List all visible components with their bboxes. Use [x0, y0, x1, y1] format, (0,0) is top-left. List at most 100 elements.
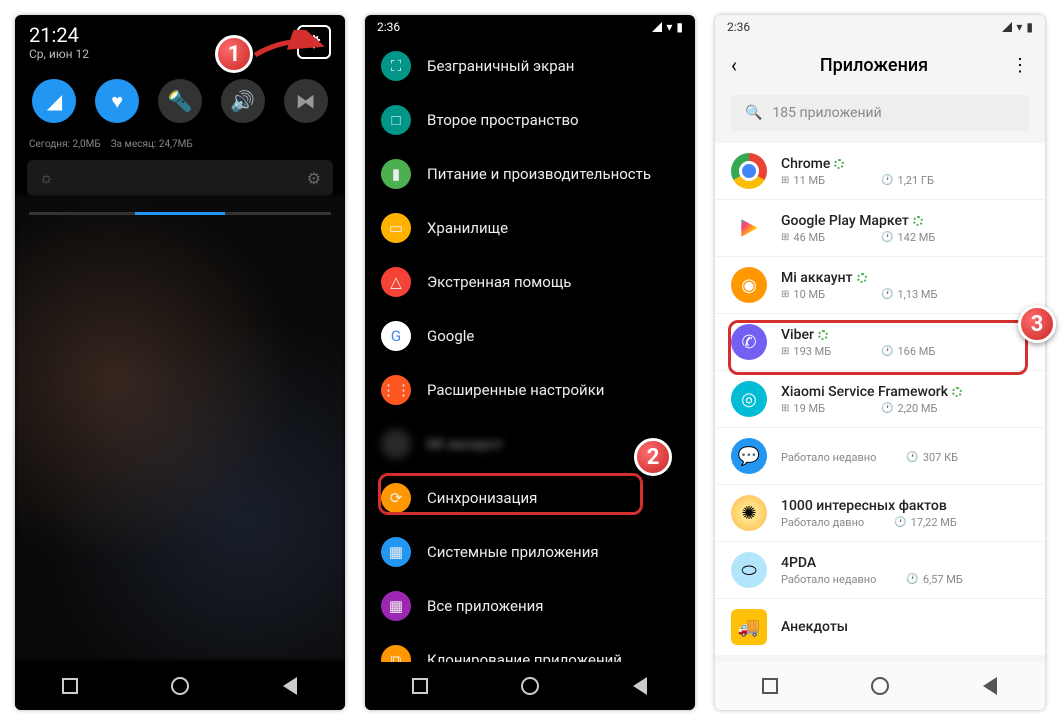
setting-all-apps[interactable]: ▦ Все приложения [365, 579, 695, 633]
data-usage-bar: Сегодня: 2,0МБ За месяц: 24,7МБ [29, 139, 331, 150]
app-storage: Работало недавно [781, 451, 876, 464]
brightness-slider[interactable] [29, 212, 331, 215]
nav-back[interactable] [280, 676, 300, 696]
folder-icon: ▭ [381, 213, 411, 243]
chip-icon: ▦ [381, 591, 411, 621]
search-icon: 🔍 [745, 105, 762, 121]
search-placeholder: 185 приложений [772, 105, 881, 121]
clock-icon: 🕐 [881, 175, 893, 186]
setting-advanced[interactable]: ⋮⋮Расширенные настройки [365, 363, 695, 417]
storage-icon: ⊞ [781, 175, 789, 186]
screen-apps-list: 2:36 ▾ ▮ ‹ Приложения ⋮ 🔍 185 приложений… [715, 15, 1045, 710]
loading-icon [913, 216, 923, 226]
app-item-4pda[interactable]: ⬭ 4PDA Работало недавно🕐6,57 МБ [715, 542, 1045, 599]
brightness-fill [135, 212, 226, 215]
app-name-label: Анекдоты [781, 619, 848, 635]
date-label: Ср, июн 12 [29, 47, 89, 61]
app-item-messages[interactable]: 💬 Работало недавно🕐307 КБ [715, 428, 1045, 485]
media-card[interactable]: ☼ ⚙ [27, 160, 333, 196]
callout-badge-1: 1 [215, 35, 253, 73]
app-item-jokes[interactable]: 🚚 Анекдоты [715, 599, 1045, 655]
app-name-label: Google Play Маркет [781, 213, 909, 229]
setting-label: Синхронизация [427, 489, 537, 507]
messages-icon: 💬 [731, 438, 767, 474]
app-item-chrome[interactable]: Chrome ⊞11 МБ🕐1,21 ГБ [715, 143, 1045, 200]
qs-sound[interactable]: 🔊 [221, 79, 265, 123]
nav-bar [15, 662, 345, 710]
nav-back[interactable] [630, 676, 650, 696]
search-input[interactable]: 🔍 185 приложений [731, 95, 1029, 131]
setting-google[interactable]: GGoogle [365, 309, 695, 363]
play-icon [731, 210, 767, 246]
nav-home[interactable] [520, 676, 540, 696]
status-bar: 2:36 ▾ ▮ [365, 15, 695, 39]
app-item-mi[interactable]: ◉ Mi аккаунт ⊞10 МБ🕐1,13 МБ [715, 257, 1045, 314]
app-info: 1000 интересных фактов Работало давно🕐17… [781, 498, 1029, 529]
app-storage: Работало давно [781, 516, 864, 529]
app-time: 6,57 МБ [923, 573, 963, 586]
app-info: Анекдоты [781, 619, 1029, 635]
app-item-play[interactable]: Google Play Маркет ⊞46 МБ🕐142 МБ [715, 200, 1045, 257]
app-item-viber[interactable]: ✆ Viber ⊞193 МБ🕐166 МБ [715, 314, 1045, 371]
app-name-label: Chrome [781, 156, 830, 172]
sound-icon: 🔊 [230, 89, 255, 113]
qs-mobile-data[interactable]: ◢ [32, 79, 76, 123]
app-storage: 11 МБ [793, 174, 825, 187]
qs-flashlight[interactable]: 🔦 [158, 79, 202, 123]
signal-icon: ◢ [47, 89, 62, 113]
nav-home[interactable] [870, 676, 890, 696]
storage-icon: ⊞ [781, 289, 789, 300]
gear-icon: ⚙ [307, 169, 321, 188]
setting-second-space[interactable]: □ Второе пространство [365, 93, 695, 147]
setting-label: Все приложения [427, 597, 544, 615]
app-item-facts[interactable]: ✺ 1000 интересных фактов Работало давно🕐… [715, 485, 1045, 542]
nav-recent[interactable] [410, 676, 430, 696]
setting-label: Расширенные настройки [427, 381, 604, 399]
screen-notification-panel: 21:24 Ср, июн 12 ⚙ ◢ ♥ 🔦 🔊 ⧓ Сегодня: 2,… [15, 15, 345, 710]
time-label: 21:24 [29, 23, 89, 47]
app-item-xiaomi[interactable]: ◎ Xiaomi Service Framework ⊞19 МБ🕐2,20 М… [715, 371, 1045, 428]
nav-recent[interactable] [760, 676, 780, 696]
nav-home[interactable] [170, 676, 190, 696]
app-info: Работало недавно🕐307 КБ [781, 449, 1029, 464]
app-storage: 46 МБ [793, 231, 825, 244]
status-icons: ▾ ▮ [1002, 20, 1033, 34]
callout-badge-3: 3 [1018, 305, 1056, 343]
nav-back[interactable] [980, 676, 1000, 696]
clock-icon: 🕐 [906, 452, 918, 463]
setting-label: Питание и производительность [427, 165, 651, 183]
second-space-icon: □ [381, 105, 411, 135]
app-name-label: 4PDA [781, 555, 816, 571]
qs-wifi[interactable]: ♥ [95, 79, 139, 123]
sun-icon: ☼ [39, 168, 54, 188]
storage-icon: ⊞ [781, 346, 789, 357]
page-title: Приложения [737, 55, 1011, 76]
setting-storage[interactable]: ▭Хранилище [365, 201, 695, 255]
qs-bluetooth[interactable]: ⧓ [284, 79, 328, 123]
setting-sync[interactable]: ⟳Синхронизация [365, 471, 695, 525]
data-month: За месяц: 24,7МБ [111, 139, 193, 150]
app-storage: 193 МБ [793, 345, 831, 358]
setting-label: Второе пространство [427, 111, 579, 129]
fullscreen-icon: ⛶ [381, 51, 411, 81]
setting-label: Системные приложения [427, 543, 599, 561]
more-button[interactable]: ⋮ [1011, 55, 1029, 76]
storage-icon: ⊞ [781, 403, 789, 414]
setting-system-apps[interactable]: ▦Системные приложения [365, 525, 695, 579]
apps-header: ‹ Приложения ⋮ [715, 39, 1045, 91]
battery-icon: ▮ [676, 20, 683, 34]
clock-icon: 🕐 [906, 574, 918, 585]
setting-fullscreen[interactable]: ⛶Безграничный экран [365, 39, 695, 93]
xiaomi-icon: ◎ [731, 381, 767, 417]
clock-icon: 🕐 [894, 517, 906, 528]
app-time: 1,13 МБ [897, 288, 937, 301]
nav-recent[interactable] [60, 676, 80, 696]
app-name-label: 1000 интересных фактов [781, 498, 947, 514]
loading-icon [857, 273, 867, 283]
warning-icon: △ [381, 267, 411, 297]
bluetooth-icon: ⧓ [296, 89, 316, 113]
setting-emergency[interactable]: △Экстренная помощь [365, 255, 695, 309]
wifi-icon: ▾ [1016, 20, 1022, 34]
setting-battery[interactable]: ▮Питание и производительность [365, 147, 695, 201]
clock-block: 21:24 Ср, июн 12 [29, 23, 89, 61]
